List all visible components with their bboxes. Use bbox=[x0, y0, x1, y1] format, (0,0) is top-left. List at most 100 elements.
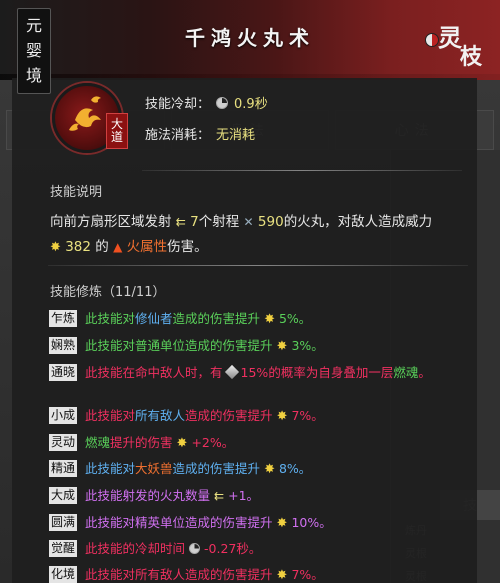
tier-tag: 精通 bbox=[49, 460, 78, 477]
cultivation-tier: 大成 此技能射发的火丸数量 ⇇ +1。 bbox=[49, 487, 445, 505]
projectile-count: 7 bbox=[190, 214, 199, 230]
clock-icon bbox=[189, 543, 201, 554]
projectile-count-icon: ⇇ bbox=[214, 489, 225, 503]
cultivation-tier: 娴熟 此技能对普通单位造成的伤害提升 ✸ 3%。 bbox=[49, 337, 445, 356]
cultivation-tier: 圆满 此技能对精英单位造成的伤害提升 ✸ 10%。 bbox=[49, 514, 445, 533]
tier-text-part: 燃魂 bbox=[85, 435, 111, 450]
star-icon: ✸ bbox=[264, 462, 275, 477]
power-value: 382 bbox=[65, 239, 91, 255]
tier-text: 此技能对修仙者造成的伤害提升 ✸ 5%。 bbox=[85, 310, 445, 329]
tier-text-part: 5%。 bbox=[278, 311, 312, 326]
cultivation-tier: 灵动 燃魂提升的伤害 ✸ +2%。 bbox=[49, 434, 445, 453]
tier-text: 此技能对大妖兽造成的伤害提升 ✸ 8%。 bbox=[85, 460, 445, 479]
dao-badge: 大 道 bbox=[106, 113, 128, 149]
star-icon: ✸ bbox=[276, 516, 288, 531]
tier-text: 此技能的冷却时间 -0.27秒。 bbox=[85, 540, 445, 558]
desc-text: 的 bbox=[95, 239, 109, 255]
tier-text: 此技能对所有敌人造成的伤害提升 ✸ 7%。 bbox=[85, 407, 445, 426]
tier-text-part: 此技能对普通单位造成的伤害提升 bbox=[85, 338, 273, 353]
tier-text-part: 此技能射发的火丸数量 bbox=[85, 488, 211, 503]
cost-value: 无消耗 bbox=[216, 128, 256, 143]
tier-text-part: 此技能在命中敌人时，有 bbox=[85, 365, 223, 380]
cultivation-tier: 觉醒 此技能的冷却时间 -0.27秒。 bbox=[49, 540, 445, 558]
skill-description: 向前方扇形区域发射 ⇇ 7个射程 ✕ 590的火丸，对敌人造成威力 ✸ 382 … bbox=[50, 210, 470, 260]
tier-tag: 娴熟 bbox=[49, 337, 78, 354]
tier-text-part: 此技能对精英单位造成的伤害提升 bbox=[85, 515, 273, 530]
skill-tooltip-panel: 大 道 技能冷却： 0.9秒 施法消耗： 无消耗 技能说明 向前方扇形区域发射 … bbox=[12, 78, 477, 583]
tier-text: 此技能在命中敌人时，有 15%的概率为自身叠加一层燃魂。 bbox=[85, 364, 445, 382]
cultivation-tier: 通晓 此技能在命中敌人时，有 15%的概率为自身叠加一层燃魂。 bbox=[49, 364, 445, 382]
tier-tag: 乍炼 bbox=[49, 310, 78, 327]
tier-text-part: 此技能对 bbox=[85, 311, 136, 326]
tier-text-part: 15%的概率为自身叠加一层 bbox=[240, 365, 394, 380]
tier-tag: 大成 bbox=[49, 487, 78, 504]
tier-text: 燃魂提升的伤害 ✸ +2%。 bbox=[85, 434, 445, 453]
cooldown-value: 0.9秒 bbox=[234, 97, 268, 112]
realm-char: 婴 bbox=[25, 40, 42, 60]
cultivation-tier: 乍炼 此技能对修仙者造成的伤害提升 ✸ 5%。 bbox=[49, 310, 445, 329]
power-star-icon: ✸ bbox=[50, 240, 61, 255]
tier-text-part: +2%。 bbox=[191, 435, 235, 450]
dao-badge-char: 道 bbox=[110, 130, 123, 144]
realm-char: 境 bbox=[25, 66, 42, 86]
cultivation-tier: 小成 此技能对所有敌人造成的伤害提升 ✸ 7%。 bbox=[49, 407, 445, 426]
tier-text-part: 造成的伤害提升 bbox=[185, 408, 273, 423]
tier-text-part: 7%。 bbox=[291, 567, 324, 582]
cultivation-title: 技能修炼（11/11） bbox=[50, 285, 166, 300]
tier-text-part: 造成的伤害提升 bbox=[172, 461, 261, 476]
tier-text-part: 3%。 bbox=[291, 338, 324, 353]
tier-text-part: +1。 bbox=[228, 488, 260, 503]
tier-tag: 小成 bbox=[49, 407, 78, 424]
tier-text: 此技能对普通单位造成的伤害提升 ✸ 3%。 bbox=[85, 337, 445, 356]
header-bar: 千鸿火丸术 灵 枝 bbox=[0, 0, 500, 80]
star-icon: ✸ bbox=[176, 436, 188, 451]
tier-text: 此技能对精英单位造成的伤害提升 ✸ 10%。 bbox=[85, 514, 445, 533]
tier-tag: 觉醒 bbox=[49, 540, 78, 557]
cooldown-label: 技能冷却： bbox=[145, 97, 211, 112]
tier-text-part: -0.27秒。 bbox=[204, 541, 262, 556]
cost-row: 施法消耗： 无消耗 bbox=[145, 124, 255, 143]
desc-text: 的火丸，对敌人造成威力 bbox=[283, 214, 433, 230]
cooldown-row: 技能冷却： 0.9秒 bbox=[145, 93, 268, 112]
range-value: 590 bbox=[257, 214, 284, 230]
tier-text-part: 此技能对 bbox=[85, 408, 136, 423]
tier-tag: 灵动 bbox=[49, 434, 78, 451]
game-logo: 灵 枝 bbox=[438, 23, 483, 68]
tier-tag: 化境 bbox=[49, 566, 78, 583]
logo-char-2: 枝 bbox=[460, 44, 483, 68]
tier-text-part: 此技能对所有敌人造成的伤害提升 bbox=[85, 567, 273, 582]
tier-text-part: 燃魂 bbox=[393, 365, 419, 380]
desc-text: 伤害。 bbox=[167, 239, 208, 255]
star-icon: ✸ bbox=[276, 339, 288, 354]
tier-text: 此技能对所有敌人造成的伤害提升 ✸ 7%。 bbox=[85, 566, 445, 583]
tier-text: 此技能射发的火丸数量 ⇇ +1。 bbox=[85, 487, 445, 505]
projectile-count-icon: ⇇ bbox=[175, 215, 186, 229]
logo-char-1: 灵 bbox=[438, 23, 462, 52]
element-type: 火属性 bbox=[126, 239, 168, 255]
tier-text-part: 10%。 bbox=[291, 515, 332, 530]
tier-text-part: 8%。 bbox=[278, 461, 312, 476]
desc-text: 个射程 bbox=[198, 214, 240, 230]
tier-text-part: 此技能对 bbox=[85, 461, 136, 476]
cultivation-tier: 精通 此技能对大妖兽造成的伤害提升 ✸ 8%。 bbox=[49, 460, 445, 479]
realm-char: 元 bbox=[25, 15, 42, 35]
cost-label: 施法消耗： bbox=[145, 128, 211, 143]
star-icon: ✸ bbox=[276, 409, 288, 424]
tier-text-part: 此技能的冷却时间 bbox=[85, 541, 186, 556]
description-line-2: ✸ 382 的 ▲ 火属性伤害。 bbox=[50, 235, 470, 260]
tier-text-part: 所有敌人 bbox=[135, 408, 186, 423]
description-title: 技能说明 bbox=[50, 185, 103, 200]
star-icon: ✸ bbox=[276, 568, 288, 583]
range-icon: ✕ bbox=[243, 215, 254, 229]
clock-icon bbox=[216, 96, 229, 109]
description-line-1: 向前方扇形区域发射 ⇇ 7个射程 ✕ 590的火丸，对敌人造成威力 bbox=[50, 210, 470, 235]
divider bbox=[142, 170, 462, 171]
tier-text-part: 7%。 bbox=[291, 408, 324, 423]
tier-text-part: 。 bbox=[418, 365, 431, 380]
tier-text-part: 提升的伤害 bbox=[110, 435, 173, 450]
tier-tag: 通晓 bbox=[49, 364, 78, 381]
tier-text-part: 修仙者 bbox=[135, 311, 173, 326]
tier-tag: 圆满 bbox=[49, 514, 78, 531]
divider bbox=[48, 265, 468, 266]
cultivation-tier: 化境 此技能对所有敌人造成的伤害提升 ✸ 7%。 bbox=[49, 566, 445, 583]
